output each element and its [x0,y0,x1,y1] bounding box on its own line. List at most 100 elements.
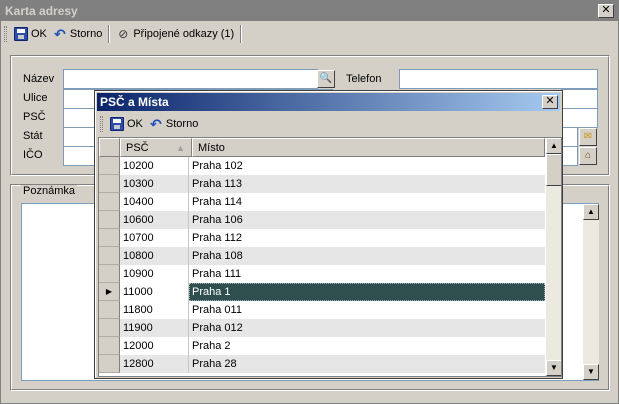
cell-misto[interactable]: Praha 106 [189,211,545,229]
cell-psc[interactable]: 11000 [120,283,189,301]
ok-label: OK [31,28,47,40]
zip-codes-dialog: PSČ a Místa ✕ OK ↶ Storno PSČ ▲ Místo 10… [94,90,563,379]
grid-scrollbar[interactable]: ▲ ▼ [546,138,561,376]
note-label: Poznámka [21,185,77,197]
scroll-down-arrow-icon[interactable]: ▼ [546,360,561,376]
cell-psc[interactable]: 12800 [120,355,189,373]
cell-psc[interactable]: 10700 [120,229,189,247]
cell-psc[interactable]: 11800 [120,301,189,319]
cell-psc[interactable]: 10200 [120,157,189,175]
dialog-storno-button[interactable]: ↶ Storno [146,114,201,134]
table-row[interactable]: 11900 Praha 012 [99,319,545,337]
web-field[interactable] [561,146,578,166]
field-right-1[interactable] [561,89,598,109]
storno-label: Storno [165,118,199,130]
email-field[interactable] [561,127,578,147]
table-row[interactable]: 10800 Praha 108 [99,247,545,265]
name-lookup-button[interactable]: 🔍 [317,70,335,88]
note-scrollbar[interactable]: ▲ ▼ [583,204,599,380]
scroll-thumb[interactable] [546,154,561,186]
window-toolbar: OK ↶ Storno ⊘ Připojené odkazy (1) [1,23,618,45]
dialog-ok-button[interactable]: OK [107,114,146,134]
table-row[interactable]: 10200 Praha 102 [99,157,545,175]
window-close-button[interactable]: ✕ [598,4,614,18]
scroll-up-arrow-icon[interactable]: ▲ [546,138,561,154]
grid-header: PSČ ▲ Místo [99,138,545,157]
row-indicator[interactable] [99,301,120,319]
toolbar-separator [240,25,243,43]
column-header-misto[interactable]: Místo [192,138,545,157]
address-home-button[interactable]: ⌂ [579,147,597,165]
phone-field[interactable] [399,69,598,89]
table-row[interactable]: 10600 Praha 106 [99,211,545,229]
field-right-2[interactable] [561,108,598,128]
attached-links-button[interactable]: ⊘ Připojené odkazy (1) [113,24,237,44]
undo-arrow-icon: ↶ [54,26,66,42]
cell-psc[interactable]: 11900 [120,319,189,337]
magnifier-icon: 🔍 [319,73,333,84]
cell-misto[interactable]: Praha 102 [189,157,545,175]
toolbar-grip[interactable] [100,116,103,132]
table-row[interactable]: ▶ 11000 Praha 1 [99,283,545,301]
phone-label: Telefon [346,73,382,85]
current-row-arrow-icon: ▶ [105,287,113,296]
close-icon: ✕ [545,95,555,107]
ok-button[interactable]: OK [11,24,50,44]
scroll-up-arrow-icon[interactable]: ▲ [583,204,599,220]
row-indicator[interactable] [99,337,120,355]
cell-misto[interactable]: Praha 1 [189,283,545,301]
row-indicator[interactable] [99,211,120,229]
row-indicator[interactable] [99,157,120,175]
table-row[interactable]: 10400 Praha 114 [99,193,545,211]
column-header-psc[interactable]: PSČ ▲ [120,138,192,157]
toolbar-grip[interactable] [4,26,7,42]
zip-label: PSČ [23,111,46,123]
dialog-close-button[interactable]: ✕ [542,95,558,109]
toolbar-separator [108,25,111,43]
cell-misto[interactable]: Praha 112 [189,229,545,247]
row-indicator[interactable] [99,247,120,265]
undo-arrow-icon: ↶ [150,116,162,132]
table-row[interactable]: 10700 Praha 112 [99,229,545,247]
country-label: Stát [23,130,43,142]
row-indicator[interactable] [99,175,120,193]
table-row[interactable]: 10900 Praha 111 [99,265,545,283]
window-title: Karta adresy [5,4,78,18]
row-indicator[interactable]: ▶ [99,283,120,301]
cell-psc[interactable]: 10600 [120,211,189,229]
company-id-label: IČO [23,149,43,161]
cell-psc[interactable]: 10900 [120,265,189,283]
row-indicator[interactable] [99,319,120,337]
cell-misto[interactable]: Praha 111 [189,265,545,283]
scroll-down-arrow-icon[interactable]: ▼ [583,364,599,380]
zip-codes-grid[interactable]: PSČ ▲ Místo 10200 Praha 102 10300 Praha 113… [98,137,562,377]
grid-corner [99,138,120,157]
attached-links-label: Připojené odkazy (1) [133,28,235,40]
cell-misto[interactable]: Praha 011 [189,301,545,319]
row-indicator[interactable] [99,193,120,211]
cell-psc[interactable]: 10300 [120,175,189,193]
table-row[interactable]: 12800 Praha 28 [99,355,545,373]
cell-psc[interactable]: 10800 [120,247,189,265]
cell-misto[interactable]: Praha 113 [189,175,545,193]
row-indicator[interactable] [99,265,120,283]
row-indicator[interactable] [99,229,120,247]
table-row[interactable]: 12000 Praha 2 [99,337,545,355]
storno-label: Storno [69,28,103,40]
storno-button[interactable]: ↶ Storno [50,24,105,44]
row-indicator[interactable] [99,355,120,373]
paperclip-icon: ⊘ [118,27,129,41]
cell-misto[interactable]: Praha 012 [189,319,545,337]
send-email-button[interactable]: ✉ [579,128,597,146]
table-row[interactable]: 10300 Praha 113 [99,175,545,193]
table-row[interactable]: 11800 Praha 011 [99,301,545,319]
name-field[interactable] [63,69,318,89]
cell-misto[interactable]: Praha 2 [189,337,545,355]
close-icon: ✕ [601,4,611,16]
cell-misto[interactable]: Praha 108 [189,247,545,265]
cell-psc[interactable]: 10400 [120,193,189,211]
cell-misto[interactable]: Praha 28 [189,355,545,373]
cell-psc[interactable]: 12000 [120,337,189,355]
cell-misto[interactable]: Praha 114 [189,193,545,211]
house-icon: ⌂ [584,150,592,161]
